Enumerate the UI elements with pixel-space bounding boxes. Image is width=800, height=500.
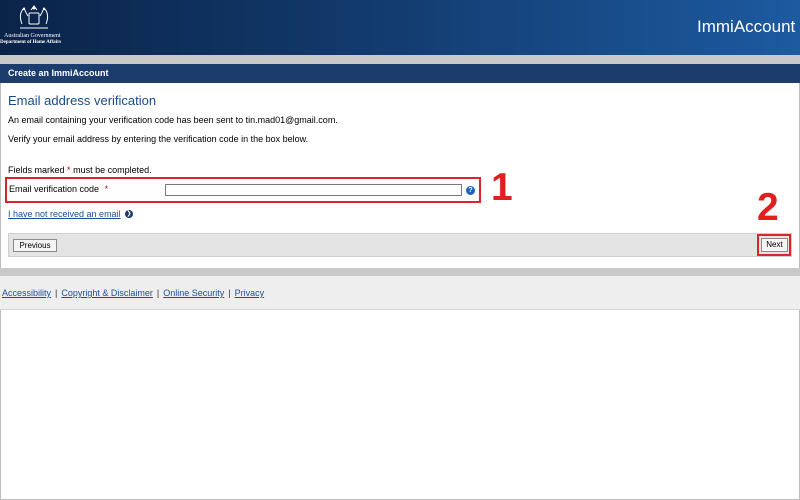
department-name: Department of Home Affairs <box>0 40 62 45</box>
chevron-right-icon[interactable]: ❯ <box>125 210 133 218</box>
required-note-prefix: Fields marked <box>8 165 65 175</box>
not-received-email-link[interactable]: I have not received an email <box>8 209 121 219</box>
verification-code-label: Email verification code * <box>9 184 108 194</box>
coat-of-arms-icon <box>19 5 49 29</box>
navigation-bar <box>8 233 792 257</box>
annotation-marker-2: 2 <box>757 186 779 229</box>
required-star: * <box>67 165 71 175</box>
gov-name: Australian Government <box>4 33 61 39</box>
required-fields-note: Fields marked * must be completed. <box>8 165 152 175</box>
header-separator <box>0 55 800 64</box>
footer-separator-2: | <box>156 288 160 298</box>
field-required-star: * <box>104 184 109 194</box>
site-header: Australian Government Department of Home… <box>0 0 800 55</box>
previous-button[interactable]: Previous <box>13 239 57 252</box>
required-note-suffix: must be completed. <box>73 165 152 175</box>
footer-separator <box>0 268 800 276</box>
footer-link-copyright[interactable]: Copyright & Disclaimer <box>61 288 153 298</box>
page-title: Create an ImmiAccount <box>8 68 109 78</box>
footer-separator-3: | <box>228 288 231 298</box>
instruction-text: Verify your email address by entering th… <box>8 134 309 144</box>
sent-message: An email containing your verification co… <box>8 115 338 125</box>
footer-separator-1: | <box>55 288 58 298</box>
footer-link-privacy[interactable]: Privacy <box>235 288 265 298</box>
page-title-bar: Create an ImmiAccount <box>0 64 800 83</box>
footer-link-online-security[interactable]: Online Security <box>163 288 224 298</box>
annotation-marker-1: 1 <box>491 166 513 209</box>
field-label-text: Email verification code <box>9 184 100 194</box>
gov-crest-logo: Australian Government Department of Home… <box>0 0 72 55</box>
footer-link-accessibility[interactable]: Accessibility <box>2 288 51 298</box>
help-icon[interactable]: ? <box>466 186 475 195</box>
verification-code-input[interactable] <box>165 184 462 196</box>
next-button[interactable]: Next <box>761 238 788 252</box>
section-heading: Email address verification <box>8 93 157 108</box>
footer-links: Accessibility | Copyright & Disclaimer | Onl… <box>2 288 264 298</box>
brand-name: ImmiAccount <box>697 17 796 36</box>
